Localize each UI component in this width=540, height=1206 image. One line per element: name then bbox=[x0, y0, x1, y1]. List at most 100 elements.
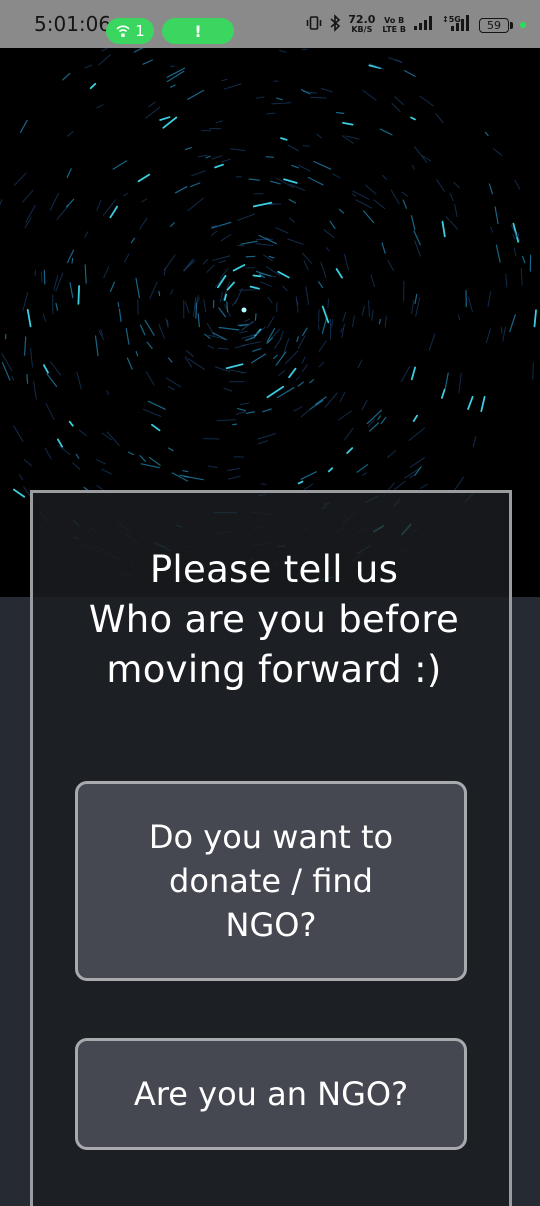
star-streak bbox=[276, 97, 283, 101]
star-streak bbox=[315, 396, 327, 405]
star-streak bbox=[42, 313, 46, 322]
star-streak bbox=[305, 286, 310, 305]
star-streak bbox=[78, 429, 87, 436]
star-streak bbox=[343, 253, 349, 271]
star-streak bbox=[453, 181, 460, 189]
ngo-button[interactable]: Are you an NGO? bbox=[75, 1038, 467, 1150]
star-streak bbox=[84, 264, 87, 284]
star-streak bbox=[168, 385, 175, 391]
star-streak bbox=[12, 488, 26, 498]
star-streak bbox=[13, 172, 27, 186]
hotspot-indicator[interactable]: 1 bbox=[106, 18, 154, 44]
star-streak bbox=[227, 468, 240, 471]
star-streak bbox=[125, 328, 130, 345]
star-streak bbox=[414, 146, 428, 163]
bluetooth-icon bbox=[329, 14, 341, 36]
star-streak bbox=[65, 198, 75, 208]
star-streak bbox=[454, 203, 458, 218]
star-streak bbox=[428, 333, 436, 352]
star-streak bbox=[275, 351, 287, 366]
star-streak bbox=[291, 164, 299, 169]
privacy-dot bbox=[520, 22, 526, 28]
star-streak bbox=[96, 104, 104, 109]
star-streak bbox=[401, 191, 408, 197]
star-streak bbox=[356, 464, 369, 473]
star-streak bbox=[26, 373, 29, 384]
hotspot-count: 1 bbox=[135, 22, 145, 40]
star-streak bbox=[252, 274, 262, 278]
star-streak bbox=[289, 217, 295, 223]
status-icons: 72.0 KB/S Vo B LTE B ↕5G 59 bbox=[306, 14, 526, 36]
star-streak bbox=[444, 372, 449, 390]
star-streak bbox=[240, 240, 258, 245]
star-streak bbox=[344, 427, 354, 440]
star-streak bbox=[361, 400, 368, 410]
star-streak bbox=[484, 131, 489, 137]
star-streak bbox=[217, 274, 227, 289]
star-streak bbox=[146, 341, 153, 349]
star-streak bbox=[139, 324, 146, 336]
hotspot-icon bbox=[115, 24, 131, 38]
star-streak bbox=[197, 313, 200, 328]
star-streak bbox=[212, 255, 231, 261]
star-streak bbox=[288, 367, 297, 379]
star-streak bbox=[293, 406, 303, 412]
star-streak bbox=[24, 217, 32, 229]
star-streak bbox=[441, 220, 446, 238]
star-streak bbox=[232, 264, 246, 272]
star-streak bbox=[283, 178, 298, 184]
star-core bbox=[241, 307, 247, 313]
star-streak bbox=[183, 475, 204, 481]
star-streak bbox=[369, 422, 379, 432]
star-streak bbox=[362, 89, 377, 101]
star-streak bbox=[346, 447, 354, 454]
star-streak bbox=[133, 48, 144, 53]
star-streak bbox=[387, 57, 403, 63]
star-streak bbox=[391, 103, 401, 113]
ngo-button-label: Are you an NGO? bbox=[133, 1075, 409, 1113]
star-streak bbox=[184, 301, 190, 314]
star-streak bbox=[221, 78, 228, 82]
star-streak bbox=[1, 353, 13, 372]
star-streak bbox=[231, 423, 238, 426]
star-streak bbox=[500, 327, 503, 334]
star-streak bbox=[123, 192, 129, 197]
star-streak bbox=[139, 455, 146, 462]
star-streak bbox=[42, 364, 49, 374]
star-streak bbox=[327, 298, 329, 308]
star-streak bbox=[187, 358, 205, 370]
star-streak bbox=[127, 451, 134, 456]
donor-button[interactable]: Do you want to donate / find NGO? bbox=[75, 781, 467, 981]
star-streak bbox=[320, 261, 327, 279]
star-streak bbox=[352, 190, 370, 200]
star-streak bbox=[409, 457, 425, 468]
star-streak bbox=[169, 222, 175, 228]
app-screen: 5:01:06 1 ! 72.0 KB/S Vo B LTE B ↕5G 59 … bbox=[0, 0, 540, 1206]
star-streak bbox=[532, 362, 534, 380]
star-streak bbox=[217, 347, 229, 350]
star-streak bbox=[101, 48, 109, 52]
star-streak bbox=[449, 220, 459, 231]
star-streak bbox=[135, 350, 139, 357]
star-streak bbox=[77, 285, 80, 305]
volte-bottom: LTE B bbox=[382, 25, 406, 34]
alert-indicator[interactable]: ! bbox=[162, 18, 234, 44]
svg-text:↕5G: ↕5G bbox=[442, 15, 461, 24]
signal-5g-icon: ↕5G bbox=[442, 14, 472, 36]
star-streak bbox=[267, 296, 273, 304]
star-streak bbox=[287, 238, 304, 245]
star-streak bbox=[339, 391, 346, 403]
star-streak bbox=[509, 314, 516, 333]
star-streak bbox=[492, 148, 503, 156]
star-streak bbox=[195, 302, 198, 319]
star-streak bbox=[318, 362, 324, 368]
star-streak bbox=[219, 292, 223, 303]
star-streak bbox=[261, 483, 267, 485]
star-streak bbox=[202, 259, 208, 265]
star-streak bbox=[30, 347, 33, 368]
speed-value: 72.0 bbox=[348, 13, 376, 26]
star-streak bbox=[384, 315, 387, 328]
star-streak bbox=[262, 408, 272, 413]
star-streak bbox=[56, 205, 70, 220]
star-streak bbox=[505, 273, 508, 288]
